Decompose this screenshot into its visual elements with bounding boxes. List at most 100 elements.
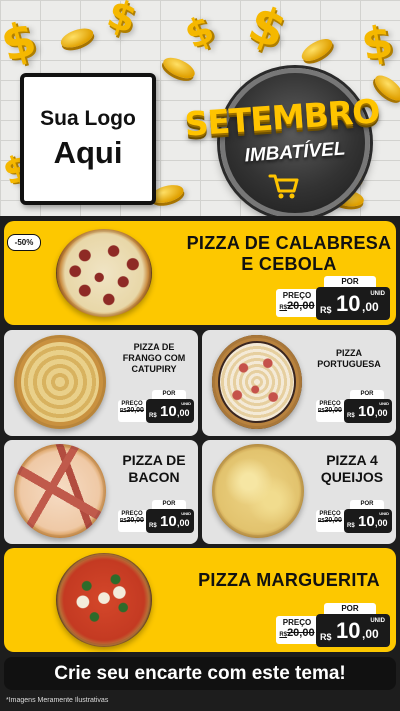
new-price-int: 10: [358, 403, 375, 420]
old-amount: 20,00: [126, 517, 144, 524]
new-price: R$ 10 ,00 UNID: [316, 614, 390, 647]
old-price: PREÇO R$20,00: [316, 400, 344, 422]
shopping-cart-icon: [268, 174, 299, 199]
price-tag: POR PREÇO R$20,00 R$ 10 ,00 UNID: [316, 390, 392, 424]
unit-label: UNID: [379, 401, 389, 406]
old-price-value: R$20,00: [276, 627, 318, 639]
old-price: PREÇO R$20,00: [118, 400, 146, 422]
product-name-line: BACON: [128, 469, 180, 485]
coin-icon: [160, 53, 198, 83]
product-name-line: PIZZA DE: [133, 342, 175, 352]
logo-text-line1: Sua Logo: [40, 107, 136, 130]
preco-label: PREÇO: [282, 291, 312, 300]
old-amount: 20,00: [324, 407, 342, 414]
product-card-frango[interactable]: PIZZA DE FRANGO COM CATUPIRY POR PREÇO R…: [4, 330, 198, 436]
old-price-value: R$20,00: [316, 407, 344, 414]
product-name-line: FRANGO COM: [122, 353, 186, 363]
old-currency: R$: [279, 632, 288, 638]
old-price: PREÇO R$20,00: [316, 510, 344, 532]
product-name-line: CATUPIRY: [131, 364, 177, 374]
new-price-dec: ,00: [362, 300, 379, 314]
new-price: R$ 10 ,00 UNID: [146, 399, 194, 423]
new-price-int: 10: [160, 403, 177, 420]
unit-label: UNID: [181, 401, 191, 406]
product-card-marguerita[interactable]: PIZZA MARGUERITA POR PREÇO R$20,00 R$ 10…: [4, 548, 396, 652]
product-name-line: PORTUGUESA: [317, 359, 381, 369]
product-name: PIZZA PORTUGUESA: [306, 348, 392, 370]
product-name-line: PIZZA 4: [326, 452, 378, 468]
old-price: PREÇO R$20,00: [276, 616, 318, 644]
new-price: R$ 10 ,00 UNID: [146, 509, 194, 533]
new-price: R$ 10 ,00 UNID: [344, 509, 392, 533]
product-name: PIZZA MARGUERITA: [184, 570, 394, 591]
unit-label: UNID: [370, 291, 385, 297]
currency: R$: [149, 413, 157, 419]
old-price-value: R$20,00: [316, 517, 344, 524]
price-tag: POR PREÇO R$20,00 R$ 10 ,00 UNID: [276, 603, 390, 647]
dollar-sign-icon: $: [357, 15, 397, 72]
old-price: PREÇO R$20,00: [276, 289, 318, 317]
product-card-portuguesa[interactable]: PIZZA PORTUGUESA POR PREÇO R$20,00 R$ 10…: [202, 330, 396, 436]
dollar-sign-icon: $: [241, 0, 294, 61]
pizza-image: [56, 229, 152, 317]
pizza-image: [56, 553, 152, 647]
new-price: R$ 10 ,00 UNID: [344, 399, 392, 423]
product-name: PIZZA DE FRANGO COM CATUPIRY: [112, 342, 196, 375]
por-label: POR: [350, 500, 384, 509]
pizza-image: [14, 335, 106, 429]
product-name: PIZZA DE CALABRESA E CEBOLA: [184, 233, 394, 275]
currency: R$: [347, 413, 355, 419]
new-price-int: 10: [336, 618, 361, 643]
price-tag: POR PREÇO R$20,00 R$ 10 ,00 UNID: [118, 390, 194, 424]
price-tag: POR PREÇO R$20,00 R$ 10 ,00 UNID: [276, 276, 390, 320]
product-name-line: QUEIJOS: [320, 469, 384, 485]
product-name-line: E CEBOLA: [241, 254, 337, 274]
pizza-image: [212, 444, 304, 538]
old-price-value: R$20,00: [118, 517, 146, 524]
currency: R$: [347, 523, 355, 529]
preco-label: PREÇO: [282, 618, 312, 627]
product-card-bacon[interactable]: PIZZA DE BACON POR PREÇO R$20,00 R$ 10 ,…: [4, 440, 198, 544]
new-price: R$ 10 ,00 UNID: [316, 287, 390, 320]
new-price-dec: ,00: [362, 627, 379, 641]
old-amount: 20,00: [126, 407, 144, 414]
pizza-image: [14, 444, 106, 538]
product-name: PIZZA 4 QUEIJOS: [310, 452, 394, 486]
por-label: POR: [152, 500, 186, 509]
por-label: POR: [152, 390, 186, 399]
old-currency: R$: [279, 305, 288, 311]
logo-text-line2: Aqui: [53, 135, 123, 170]
cta-banner[interactable]: Crie seu encarte com este tema!: [4, 657, 396, 690]
new-price-int: 10: [160, 513, 177, 530]
coin-icon: [58, 24, 96, 52]
footnote: *Imagens Meramente Ilustrativas: [6, 697, 109, 704]
discount-badge: -50%: [7, 234, 41, 251]
new-price-dec: ,00: [177, 408, 190, 418]
price-tag: POR PREÇO R$20,00 R$ 10 ,00 UNID: [118, 500, 194, 534]
new-price-int: 10: [336, 291, 361, 316]
product-name: PIZZA DE BACON: [112, 452, 196, 486]
dollar-sign-icon: $: [177, 6, 221, 58]
price-tag: POR PREÇO R$20,00 R$ 10 ,00 UNID: [316, 500, 392, 534]
product-name-line: PIZZA DE CALABRESA: [186, 233, 392, 253]
product-card-queijos[interactable]: PIZZA 4 QUEIJOS POR PREÇO R$20,00 R$ 10 …: [202, 440, 396, 544]
product-name-line: PIZZA MARGUERITA: [198, 570, 380, 590]
header-banner: $ $ $ $ $ $ $ Sua Logo Aqui SETEMBRO IMB…: [0, 0, 400, 216]
unit-label: UNID: [379, 511, 389, 516]
new-price-dec: ,00: [375, 408, 388, 418]
product-name-line: PIZZA DE: [122, 452, 186, 468]
old-price-value: R$20,00: [276, 300, 318, 312]
pizza-image: [212, 335, 302, 429]
coin-icon: [298, 34, 336, 66]
new-price-int: 10: [358, 513, 375, 530]
currency: R$: [320, 305, 332, 315]
old-amount: 20,00: [287, 627, 315, 639]
old-price-value: R$20,00: [118, 407, 146, 414]
unit-label: UNID: [181, 511, 191, 516]
new-price-dec: ,00: [375, 518, 388, 528]
product-card-calabresa[interactable]: PIZZA DE CALABRESA E CEBOLA POR PREÇO R$…: [4, 221, 396, 325]
old-amount: 20,00: [287, 300, 315, 312]
logo-placeholder: Sua Logo Aqui: [20, 73, 156, 205]
new-price-dec: ,00: [177, 518, 190, 528]
currency: R$: [149, 523, 157, 529]
